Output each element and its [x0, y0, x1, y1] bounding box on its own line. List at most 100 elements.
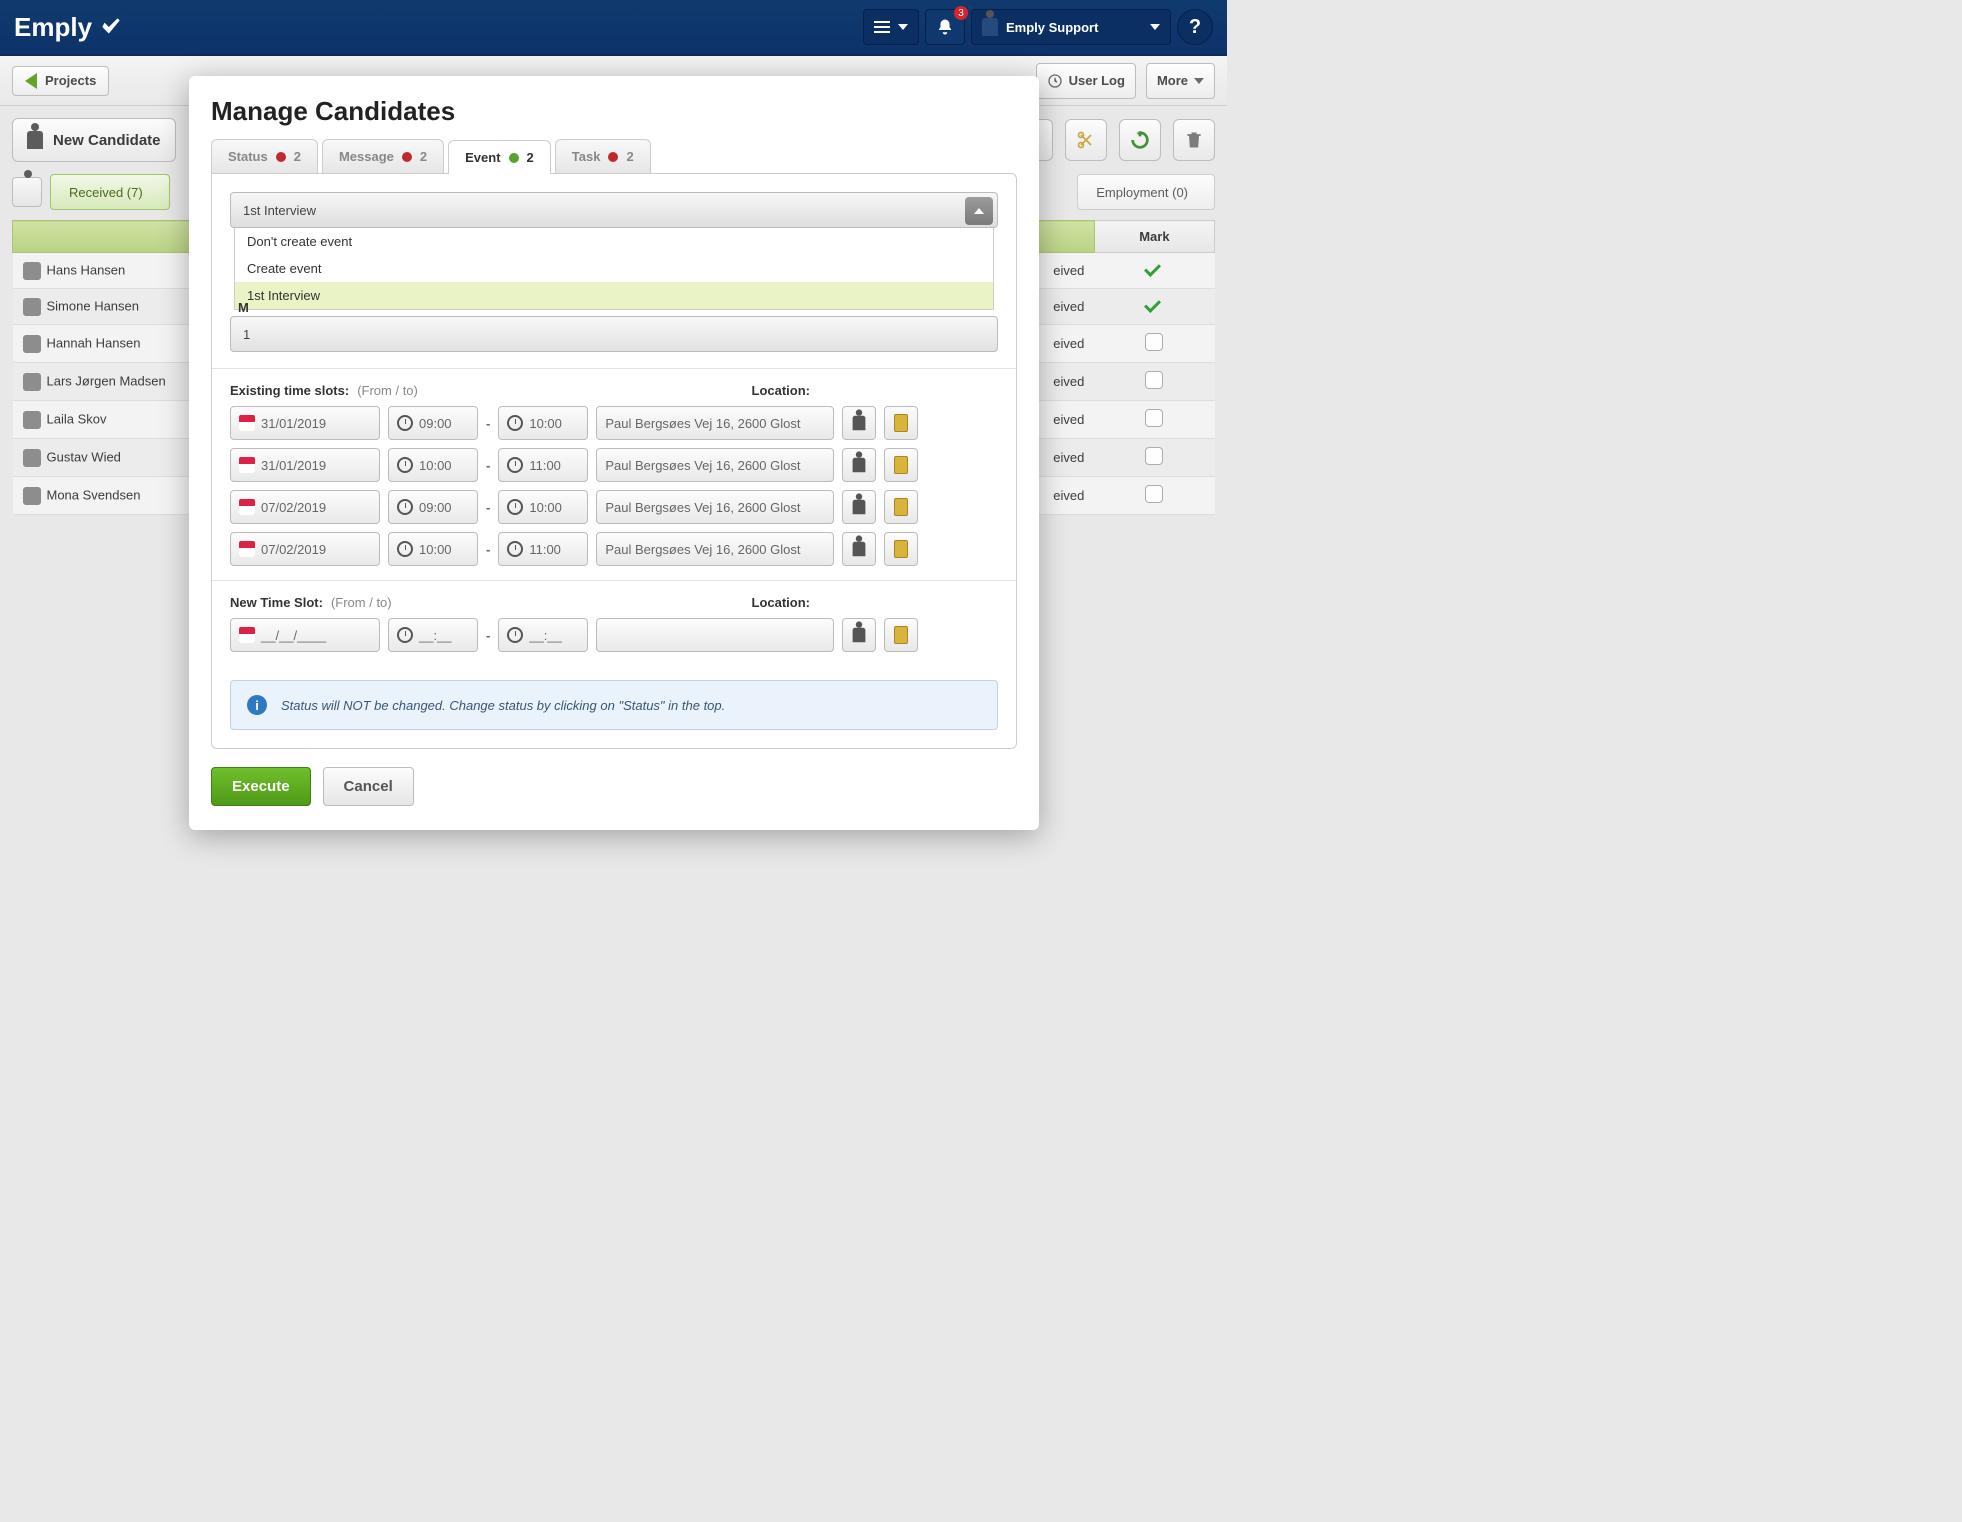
slot-date-input[interactable]: 07/02/2019 [230, 532, 380, 566]
person-icon [853, 628, 866, 642]
new-date-input[interactable]: __/__/____ [230, 618, 380, 652]
slot-location-input[interactable]: Paul Bergsøes Vej 16, 2600 Glost [596, 490, 834, 524]
help-button[interactable]: ? [1177, 9, 1213, 45]
calendar-icon [239, 499, 255, 515]
slot-location-input[interactable]: Paul Bergsøes Vej 16, 2600 Glost [596, 448, 834, 482]
slot-to-value: 11:00 [529, 542, 561, 557]
new-from-input[interactable]: __:__ [388, 618, 478, 652]
clock-icon [397, 541, 413, 557]
slot-to-input[interactable]: 11:00 [498, 532, 588, 566]
slot-from-input[interactable]: 09:00 [388, 406, 478, 440]
chevron-up-icon [965, 197, 993, 225]
slot-to-input[interactable]: 11:00 [498, 448, 588, 482]
location-label: Location: [752, 595, 811, 610]
slot-from-input[interactable]: 09:00 [388, 490, 478, 524]
event-template-select[interactable]: 1st Interview [230, 192, 998, 228]
slot-date-input[interactable]: 31/01/2019 [230, 448, 380, 482]
brand-name: Emply [14, 12, 92, 43]
tab-message-label: Message [339, 149, 394, 164]
event-dropdown-item[interactable]: Don't create event [235, 228, 993, 255]
tab-event[interactable]: Event 2 [448, 140, 551, 174]
slot-room-button[interactable] [884, 448, 918, 482]
slot-room-button[interactable] [884, 490, 918, 524]
bell-icon [936, 18, 954, 36]
new-attendees-button[interactable] [842, 618, 876, 652]
calendar-icon [239, 541, 255, 557]
slot-date-value: 31/01/2019 [261, 458, 326, 473]
new-location-input[interactable] [596, 618, 834, 652]
slot-from-input[interactable]: 10:00 [388, 448, 478, 482]
slot-date-input[interactable]: 31/01/2019 [230, 406, 380, 440]
clock-icon [397, 457, 413, 473]
slot-to-input[interactable]: 10:00 [498, 490, 588, 524]
range-separator: - [486, 542, 490, 557]
slot-date-value: 07/02/2019 [261, 500, 326, 515]
clock-icon [397, 415, 413, 431]
brand-mark-icon [98, 14, 124, 40]
new-to-placeholder: __:__ [529, 628, 562, 643]
app-menu-button[interactable] [863, 9, 919, 45]
notification-count-badge: 3 [954, 6, 968, 20]
cancel-button[interactable]: Cancel [323, 767, 414, 806]
slot-date-input[interactable]: 07/02/2019 [230, 490, 380, 524]
slot-location-input[interactable]: Paul Bergsøes Vej 16, 2600 Glost [596, 406, 834, 440]
clock-icon [507, 541, 523, 557]
new-room-button[interactable] [884, 618, 918, 652]
range-separator: - [486, 500, 490, 515]
chevron-down-icon [1150, 24, 1160, 30]
modal-tabs: Status 2 Message 2 Event 2 Task 2 [211, 139, 1017, 173]
tab-status-label: Status [228, 149, 268, 164]
event-dropdown-item[interactable]: 1st Interview [235, 282, 993, 309]
event-dropdown-item[interactable]: Create event [235, 255, 993, 282]
event-count-field[interactable]: 1 [230, 316, 998, 352]
chevron-down-icon [898, 24, 908, 30]
clock-icon [507, 457, 523, 473]
person-icon [853, 458, 866, 472]
slot-location-value: Paul Bergsøes Vej 16, 2600 Glost [605, 458, 800, 473]
slot-attendees-button[interactable] [842, 490, 876, 524]
notifications-button[interactable]: 3 [925, 9, 965, 45]
slot-to-input[interactable]: 10:00 [498, 406, 588, 440]
slot-attendees-button[interactable] [842, 406, 876, 440]
slot-date-value: 31/01/2019 [261, 416, 326, 431]
tab-message[interactable]: Message 2 [322, 139, 444, 173]
modal-title: Manage Candidates [211, 96, 1017, 127]
execute-button[interactable]: Execute [211, 767, 311, 806]
range-separator: - [486, 458, 490, 473]
slot-room-button[interactable] [884, 532, 918, 566]
time-slot-row: 07/02/201910:00- 11:00 Paul Bergsøes Vej 1… [230, 532, 998, 566]
slot-location-input[interactable]: Paul Bergsøes Vej 16, 2600 Glost [596, 532, 834, 566]
slot-location-value: Paul Bergsøes Vej 16, 2600 Glost [605, 542, 800, 557]
range-separator: - [486, 628, 490, 643]
slot-from-value: 09:00 [419, 416, 452, 431]
existing-slots-label: Existing time slots: [230, 383, 349, 398]
calendar-icon [239, 627, 255, 643]
tab-status[interactable]: Status 2 [211, 139, 318, 173]
tab-message-count: 2 [420, 149, 427, 164]
book-icon [894, 540, 908, 558]
slot-to-value: 11:00 [529, 458, 561, 473]
slot-from-value: 09:00 [419, 500, 452, 515]
manage-candidates-modal: Manage Candidates Status 2 Message 2 Eve… [189, 76, 1039, 830]
clock-icon [507, 499, 523, 515]
modal-actions: Execute Cancel [211, 767, 1017, 806]
new-to-input[interactable]: __:__ [498, 618, 588, 652]
slot-attendees-button[interactable] [842, 532, 876, 566]
calendar-icon [239, 415, 255, 431]
status-dot-icon [608, 152, 618, 162]
slot-room-button[interactable] [884, 406, 918, 440]
book-icon [894, 498, 908, 516]
event-template-dropdown: Don't create eventCreate event1st Interv… [234, 228, 994, 310]
book-icon [894, 456, 908, 474]
slot-attendees-button[interactable] [842, 448, 876, 482]
slot-to-value: 10:00 [529, 416, 562, 431]
new-from-placeholder: __:__ [419, 628, 452, 643]
location-label: Location: [752, 383, 811, 398]
tab-task[interactable]: Task 2 [555, 139, 651, 173]
clock-icon [507, 415, 523, 431]
tab-task-label: Task [572, 149, 601, 164]
tab-event-label: Event [465, 150, 500, 165]
slot-from-input[interactable]: 10:00 [388, 532, 478, 566]
user-menu[interactable]: Emply Support [971, 9, 1171, 45]
existing-slots-section: Existing time slots: (From / to) Locatio… [212, 368, 1016, 580]
